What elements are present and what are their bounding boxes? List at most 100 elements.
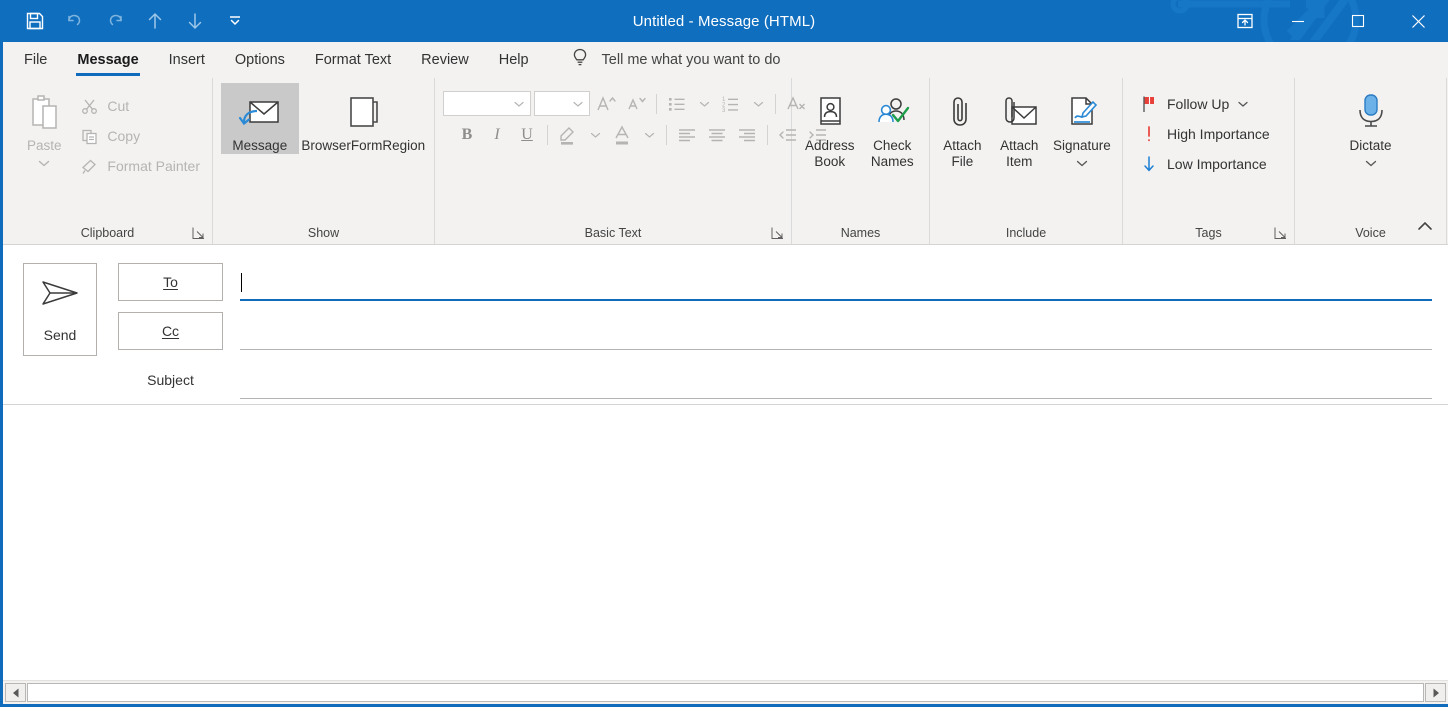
previous-item-icon[interactable] (138, 4, 172, 38)
bullets-icon[interactable] (663, 90, 691, 117)
tab-review[interactable]: Review (406, 42, 484, 78)
align-center-icon[interactable] (703, 121, 731, 148)
include-group-label: Include (1005, 226, 1047, 240)
tab-file[interactable]: File (9, 42, 62, 78)
to-input[interactable] (240, 263, 1432, 301)
check-names-button[interactable]: Check Names (861, 83, 923, 170)
customize-quick-access-toolbar-icon[interactable] (218, 4, 252, 38)
tab-format-text[interactable]: Format Text (300, 42, 406, 78)
scroll-right-button[interactable] (1425, 683, 1446, 702)
bold-icon[interactable]: B (453, 121, 481, 148)
chevron-down-icon[interactable] (1237, 95, 1249, 113)
ribbon: Paste Cut Copy Format Painter Clipboard … (3, 78, 1448, 245)
cc-input[interactable] (240, 312, 1432, 350)
chevron-down-icon[interactable] (1364, 155, 1378, 173)
close-icon[interactable] (1388, 0, 1448, 42)
high-importance-button[interactable]: High Importance (1133, 119, 1276, 149)
numbering-icon[interactable]: 1 2 3 (717, 90, 745, 117)
horizontal-scrollbar[interactable] (3, 680, 1448, 704)
low-importance-button[interactable]: Low Importance (1133, 149, 1276, 179)
redo-icon[interactable] (98, 4, 132, 38)
signature-button[interactable]: Signature (1048, 83, 1116, 173)
divider (547, 124, 548, 145)
browser-form-region-label: BrowserFormRegion (301, 138, 426, 153)
tab-options[interactable]: Options (220, 42, 300, 78)
cut-label: Cut (107, 98, 130, 114)
ribbon-display-options-icon[interactable] (1222, 0, 1268, 42)
tab-insert[interactable]: Insert (154, 42, 220, 78)
show-group-label: Show (307, 226, 340, 240)
font-size-combo[interactable] (534, 91, 590, 116)
down-arrow-icon (1139, 155, 1159, 173)
quick-access-toolbar (0, 4, 252, 38)
follow-up-button[interactable]: Follow Up (1133, 89, 1276, 119)
font-color-dropdown-icon[interactable] (638, 121, 660, 148)
grow-font-icon[interactable] (592, 90, 620, 117)
basic-text-dialog-launcher-icon[interactable] (770, 226, 785, 241)
subject-input[interactable] (240, 361, 1432, 399)
paperclip-icon (945, 89, 979, 135)
send-plane-icon (37, 276, 83, 315)
send-button[interactable]: Send (23, 263, 97, 356)
copy-icon (79, 128, 99, 145)
window-controls (1222, 0, 1448, 42)
next-item-icon[interactable] (178, 4, 212, 38)
highlight-dropdown-icon[interactable] (584, 121, 606, 148)
font-name-combo[interactable] (443, 91, 531, 116)
show-message-button[interactable]: Message (221, 83, 299, 154)
to-button[interactable]: To (118, 263, 223, 301)
attach-file-label: Attach File (943, 138, 982, 169)
cut-button[interactable]: Cut (73, 91, 206, 121)
tab-help[interactable]: Help (484, 42, 544, 78)
dictate-button[interactable]: Dictate (1334, 83, 1408, 173)
basic-text-row-2: B I U (443, 121, 832, 148)
underline-icon[interactable]: U (513, 121, 541, 148)
paste-label: Paste (26, 138, 62, 153)
clipboard-group-label: Clipboard (3, 222, 212, 244)
send-column: Send (23, 263, 118, 404)
high-importance-label: High Importance (1167, 126, 1270, 142)
copy-button[interactable]: Copy (73, 121, 206, 151)
text-cursor (241, 272, 242, 292)
attach-file-button[interactable]: Attach File (934, 83, 991, 170)
tab-message[interactable]: Message (62, 42, 153, 78)
numbering-dropdown-icon[interactable] (747, 90, 769, 117)
paste-icon (24, 89, 64, 135)
align-left-icon[interactable] (673, 121, 701, 148)
format-painter-button[interactable]: Format Painter (73, 151, 206, 181)
tags-dialog-launcher-icon[interactable] (1273, 226, 1288, 241)
highlight-icon[interactable] (554, 121, 582, 148)
scroll-left-button[interactable] (5, 683, 26, 702)
save-icon[interactable] (18, 4, 52, 38)
font-color-icon[interactable] (608, 121, 636, 148)
scrollbar-track[interactable] (27, 683, 1424, 702)
ribbon-group-tags: Follow Up High Importance Low Importance… (1123, 78, 1295, 244)
chevron-down-icon[interactable] (1075, 155, 1089, 173)
input-spacer-1 (240, 301, 1432, 312)
compose-header: Send To Cc Subject (3, 245, 1448, 405)
italic-icon[interactable]: I (483, 121, 511, 148)
paste-button[interactable]: Paste (15, 83, 73, 173)
maximize-icon[interactable] (1328, 0, 1388, 42)
tell-me-search[interactable]: Tell me what you want to do (544, 42, 795, 78)
collapse-ribbon-button[interactable] (1414, 218, 1436, 239)
clipboard-dialog-launcher-icon[interactable] (191, 226, 206, 241)
show-message-label: Message (232, 138, 288, 153)
bullets-dropdown-icon[interactable] (693, 90, 715, 117)
shrink-font-icon[interactable] (622, 90, 650, 117)
browser-form-region-button[interactable]: BrowserFormRegion (299, 83, 428, 154)
ribbon-group-names: Address Book Check Names Names (792, 78, 930, 244)
flag-icon (1139, 95, 1159, 113)
microphone-icon (1352, 89, 1390, 135)
attach-item-button[interactable]: Attach Item (991, 83, 1048, 170)
align-right-icon[interactable] (733, 121, 761, 148)
tell-me-label: Tell me what you want to do (601, 52, 781, 68)
cc-button[interactable]: Cc (118, 312, 223, 350)
address-book-button[interactable]: Address Book (798, 83, 861, 170)
minimize-icon[interactable] (1268, 0, 1328, 42)
undo-icon[interactable] (58, 4, 92, 38)
low-importance-label: Low Importance (1167, 156, 1267, 172)
message-body[interactable] (3, 405, 1448, 680)
tags-group-label: Tags (1123, 222, 1294, 244)
attach-item-label: Attach Item (1000, 138, 1039, 169)
